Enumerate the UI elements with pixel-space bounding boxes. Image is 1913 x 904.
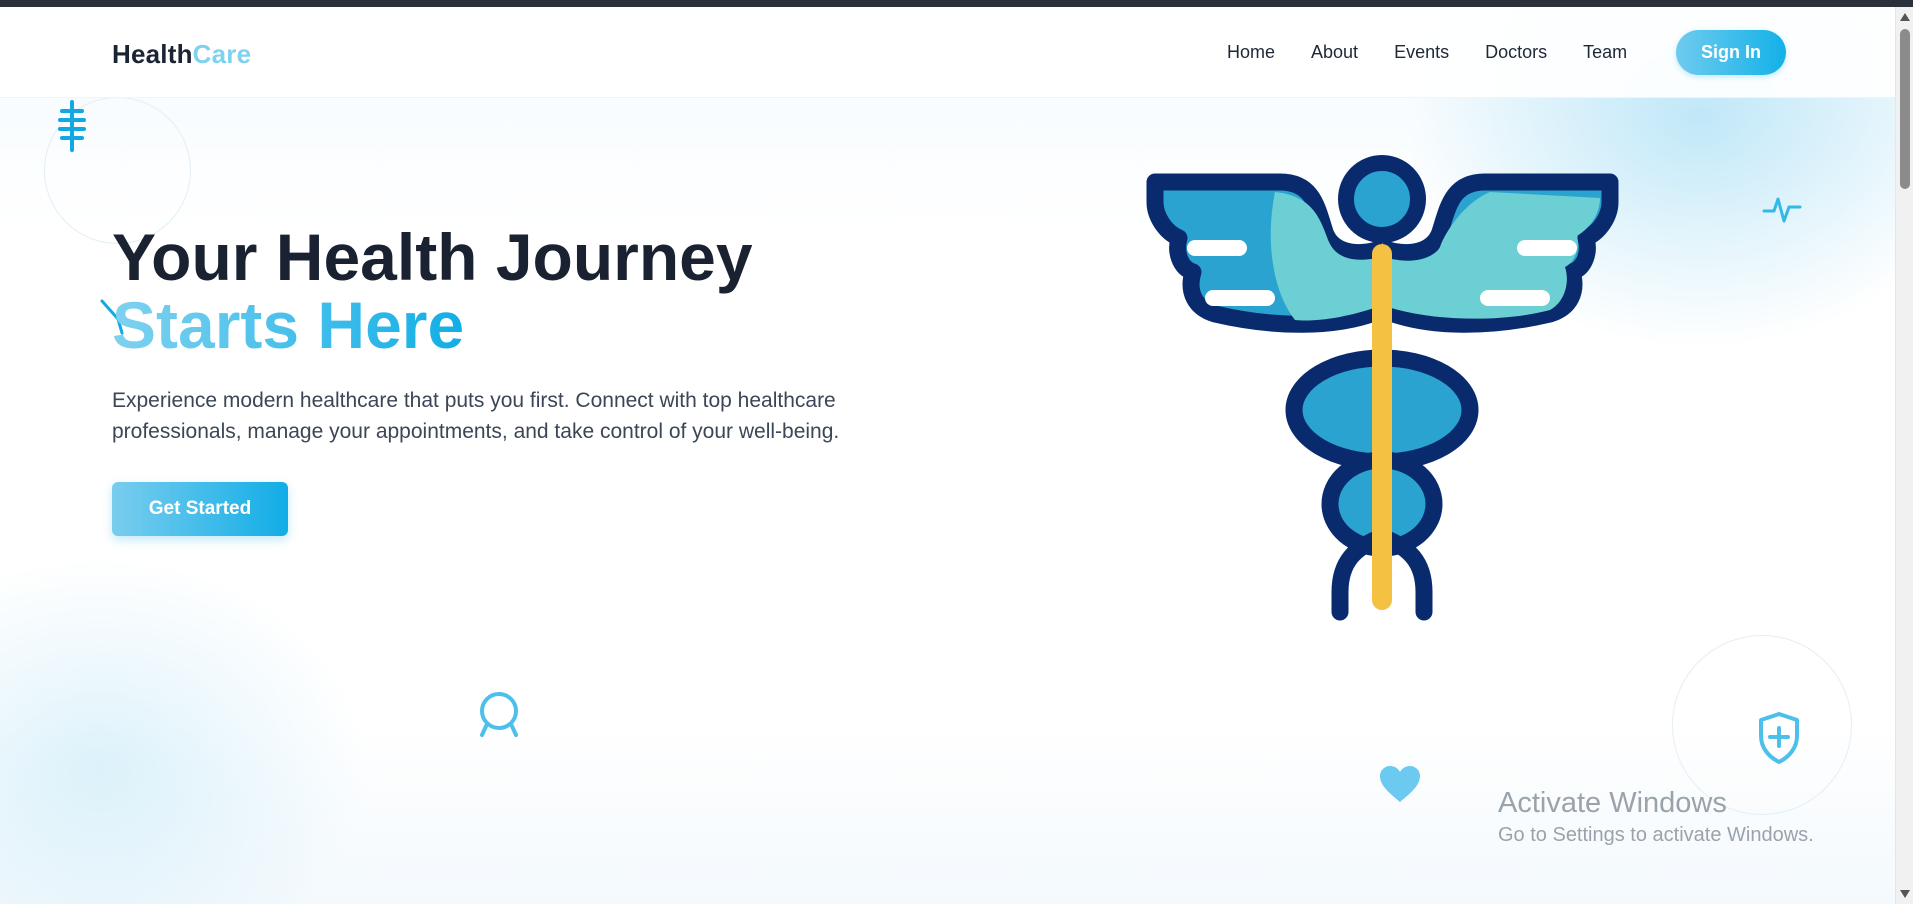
brand-logo[interactable]: HealthCare xyxy=(112,39,251,70)
browser-top-strip xyxy=(0,0,1913,7)
sign-in-button[interactable]: Sign In xyxy=(1676,30,1786,75)
scroll-down-arrow-icon[interactable] xyxy=(1900,890,1910,898)
nav-events[interactable]: Events xyxy=(1394,42,1449,63)
nav-doctors[interactable]: Doctors xyxy=(1485,42,1547,63)
nav-home[interactable]: Home xyxy=(1227,42,1275,63)
pulse-icon xyxy=(1762,197,1802,223)
nav-links: Home About Events Doctors Team xyxy=(1227,42,1663,63)
watermark-title: Activate Windows xyxy=(1498,787,1727,819)
hero-description: Experience modern healthcare that puts y… xyxy=(112,389,840,443)
navbar: HealthCare Home About Events Doctors Tea… xyxy=(0,7,1895,98)
brand-part1: Health xyxy=(112,39,193,69)
hero-title-line1: Your Health Journey xyxy=(112,220,753,294)
nav-about[interactable]: About xyxy=(1311,42,1358,63)
brand-part2: Care xyxy=(192,39,252,69)
heart-icon xyxy=(1380,766,1420,802)
scrollbar-thumb[interactable] xyxy=(1900,29,1910,189)
stethoscope-icon xyxy=(480,692,518,737)
caduceus-illustration xyxy=(1146,155,1619,621)
vertical-scrollbar[interactable] xyxy=(1895,7,1913,904)
spine-icon xyxy=(58,100,86,152)
get-started-button[interactable]: Get Started xyxy=(112,482,288,536)
shield-plus-icon xyxy=(1759,712,1799,764)
windows-activation-watermark: Activate Windows Go to Settings to activ… xyxy=(1498,787,1814,847)
nav-team[interactable]: Team xyxy=(1583,42,1627,63)
scroll-up-arrow-icon[interactable] xyxy=(1900,13,1910,21)
watermark-subtitle: Go to Settings to activate Windows. xyxy=(1498,824,1814,846)
hero-title-line2: Starts Here xyxy=(112,288,465,362)
page: HealthCare Home About Events Doctors Tea… xyxy=(0,7,1895,904)
